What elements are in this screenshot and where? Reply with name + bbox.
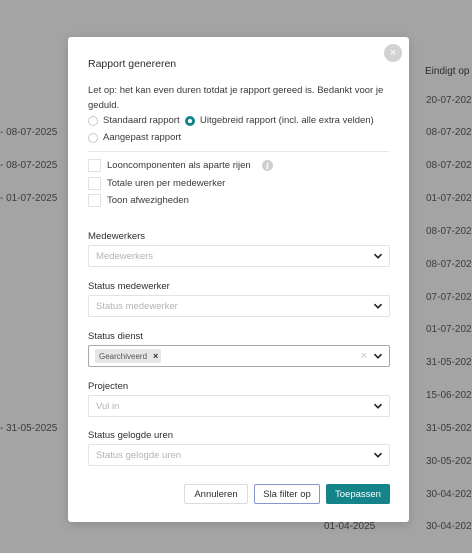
employee-status-select[interactable]: Status medewerker [88,295,390,317]
end-date-cell: 15-06-2025 [426,390,472,401]
end-date-cell: 31-05-2025 [426,357,472,368]
notice-text: Let op: het kan even duren totdat je rap… [88,85,384,111]
apply-button[interactable]: Toepassen [326,484,390,504]
employee-status-label: Status medewerker [88,281,170,292]
checkbox-icon[interactable] [88,159,101,172]
chevron-down-icon[interactable] [372,250,384,262]
chevron-down-icon[interactable] [372,449,384,461]
projects-label: Projecten [88,381,129,392]
end-date-cell: 31-05-2025 [426,423,472,434]
end-date-cell: 08-07-2025 [426,160,472,171]
employees-select[interactable]: Medewerkers [88,245,390,267]
radio-extended-report[interactable]: Uitgebreid rapport (incl. alle extra vel… [185,115,374,126]
checkbox-label: Toon afwezigheden [107,195,189,206]
chevron-down-icon[interactable] [372,350,384,362]
bottom-date-cell: 01-04-2025 [324,521,376,532]
projects-placeholder: Vul in [96,401,120,412]
end-date-cell: 08-07-2025 [426,127,472,138]
end-date-cell: 30-04-2025 [426,521,472,532]
end-date-cell: 01-07-2025 [426,193,472,204]
radio-icon[interactable] [88,132,98,143]
logged-hours-status-label: Status gelogde uren [88,430,174,441]
end-date-cell: 08-07-2025 [426,226,472,237]
logged-hours-status-select[interactable]: Status gelogde uren [88,444,390,466]
start-date-cell: - 31-05-2025 [0,423,58,434]
end-date-cell: 08-07-2025 [426,259,472,270]
cancel-button[interactable]: Annuleren [184,484,248,504]
chevron-down-icon[interactable] [372,400,384,412]
radio-label: Aangepast rapport [103,132,182,143]
radio-selected-icon[interactable] [185,115,195,126]
report-dialog: × Rapport genereren Let op: het kan even… [68,37,409,522]
end-date-cell: 30-05-2025 [426,456,472,467]
checkbox-icon[interactable] [88,194,101,207]
selected-chip: Gearchiveerd × [95,349,162,363]
radio-icon[interactable] [88,115,98,126]
employees-label: Medewerkers [88,231,146,242]
radio-label: Standaard rapport [103,115,180,126]
end-date-cell: 07-07-2025 [426,292,472,303]
end-date-cell: 20-07-2025 [426,95,472,106]
chip-label: Gearchiveerd [99,351,148,361]
dialog-title: Rapport genereren [88,58,177,70]
end-date-cell: 30-04-2025 [426,489,472,500]
employee-status-placeholder: Status medewerker [96,301,178,312]
start-date-cell: - 01-07-2025 [0,193,58,204]
column-header-end-date: Eindigt op [425,66,470,77]
checkbox-absences[interactable]: Toon afwezigheden [88,194,189,207]
chevron-down-icon[interactable] [372,300,384,312]
end-date-cell: 01-07-2025 [426,324,472,335]
checkbox-label: Totale uren per medewerker [107,178,226,189]
clear-icon[interactable]: × [361,350,367,362]
start-date-cell: - 08-07-2025 [0,160,58,171]
start-date-cell: - 08-07-2025 [0,127,58,138]
shift-status-label: Status dienst [88,331,143,342]
chip-remove-icon[interactable]: × [153,351,158,361]
divider [88,151,389,152]
info-icon[interactable]: i [262,160,273,171]
shift-status-select[interactable]: Gearchiveerd × × [88,345,390,367]
checkbox-icon[interactable] [88,177,101,190]
checkbox-wage-components[interactable]: Looncomponenten als aparte rijen [88,159,251,172]
save-filter-button[interactable]: Sla filter op [254,484,320,504]
projects-select[interactable]: Vul in [88,395,390,417]
checkbox-total-hours[interactable]: Totale uren per medewerker [88,177,225,190]
close-icon[interactable]: × [384,44,402,62]
radio-label: Uitgebreid rapport (incl. alle extra vel… [200,115,374,126]
logged-hours-status-placeholder: Status gelogde uren [96,450,182,461]
checkbox-label: Looncomponenten als aparte rijen [107,160,251,171]
employees-placeholder: Medewerkers [96,251,154,262]
radio-standard-report[interactable]: Standaard rapport [88,115,180,126]
radio-custom-report[interactable]: Aangepast rapport [88,132,181,143]
